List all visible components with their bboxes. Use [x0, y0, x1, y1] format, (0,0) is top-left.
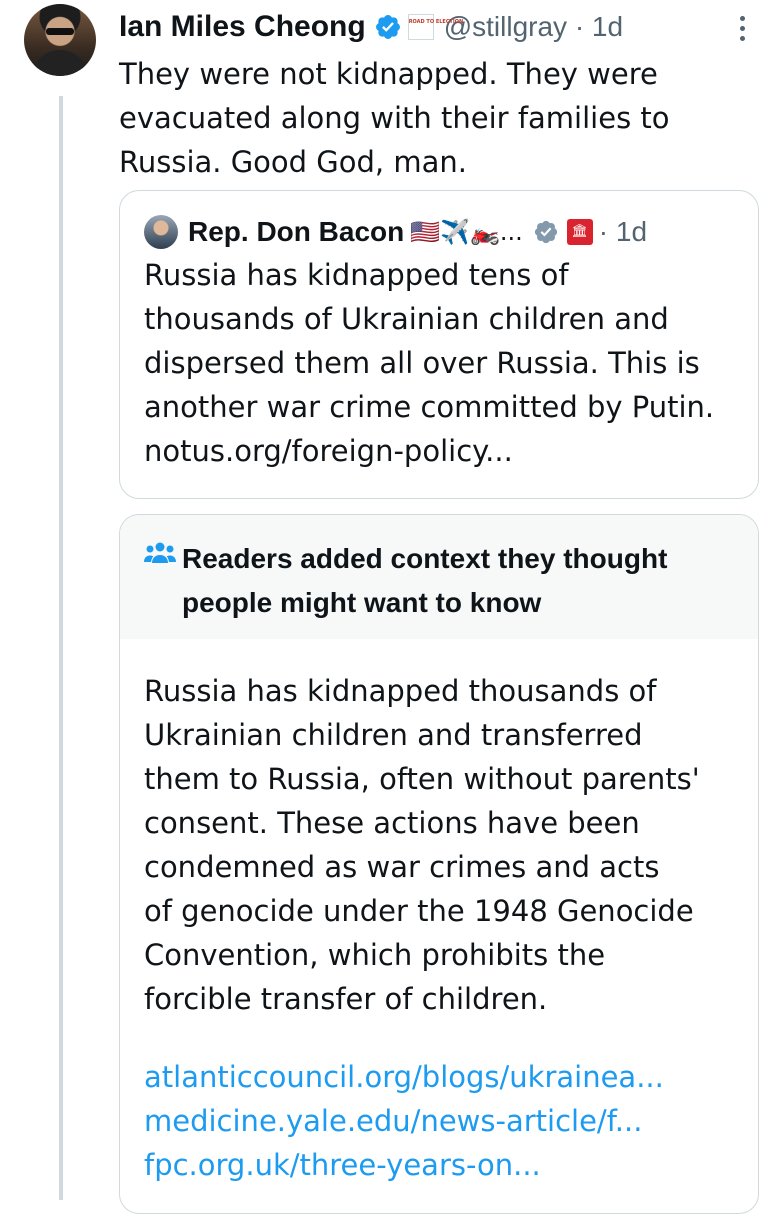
quoted-author-avatar	[144, 215, 178, 249]
quoted-tweet-timestamp: · 1d	[598, 216, 648, 247]
note-source-link[interactable]: atlanticcouncil.org/blogs/ukrainea...	[144, 1055, 664, 1099]
note-source-link[interactable]: fpc.org.uk/three-years-on...	[144, 1143, 664, 1187]
quoted-tweet-text: Russia has kidnapped tens of thousands o…	[144, 253, 744, 473]
quoted-tweet-card[interactable]: Rep. Don Bacon 🇺🇸✈️🏍️... 🏛 · 1d Russia h…	[119, 190, 759, 499]
community-note: Readers added context they thought peopl…	[119, 514, 759, 1214]
community-note-body: Russia has kidnapped thousands of Ukrain…	[144, 674, 700, 1016]
author-name[interactable]: Ian Miles Cheong	[119, 10, 366, 44]
tweet-timestamp[interactable]: · 1d	[575, 11, 623, 42]
gray-verified-badge-icon	[534, 220, 557, 244]
capitol-affiliation-icon: 🏛	[566, 219, 593, 245]
tweet-text: They were not kidnapped. They were evacu…	[119, 57, 670, 179]
quoted-tweet-header: Rep. Don Bacon 🇺🇸✈️🏍️... 🏛 · 1d	[144, 215, 647, 249]
author-handle[interactable]: @stillgray · 1d	[444, 11, 623, 43]
verified-badge-icon	[375, 15, 400, 39]
quoted-author-name: Rep. Don Bacon	[188, 216, 405, 247]
quoted-tweet-link[interactable]: notus.org/foreign-policy...	[144, 429, 744, 473]
more-options-icon[interactable]	[734, 16, 750, 48]
people-icon	[144, 542, 176, 563]
community-note-header[interactable]: Readers added context they thought peopl…	[120, 515, 758, 639]
thread-connector-line	[59, 96, 63, 1200]
community-note-title: Readers added context they thought peopl…	[182, 543, 668, 618]
affiliation-badge-icon[interactable]: ROAD TO ELECTION	[407, 14, 463, 40]
author-avatar[interactable]	[24, 4, 96, 76]
community-note-links: atlanticcouncil.org/blogs/ukrainea... me…	[144, 1055, 664, 1187]
tweet-header: Ian Miles Cheong ROAD TO ELECTION @still…	[119, 7, 623, 47]
note-source-link[interactable]: medicine.yale.edu/news-article/f...	[144, 1099, 664, 1143]
quoted-author-emojis: 🇺🇸✈️🏍️...	[410, 218, 523, 246]
